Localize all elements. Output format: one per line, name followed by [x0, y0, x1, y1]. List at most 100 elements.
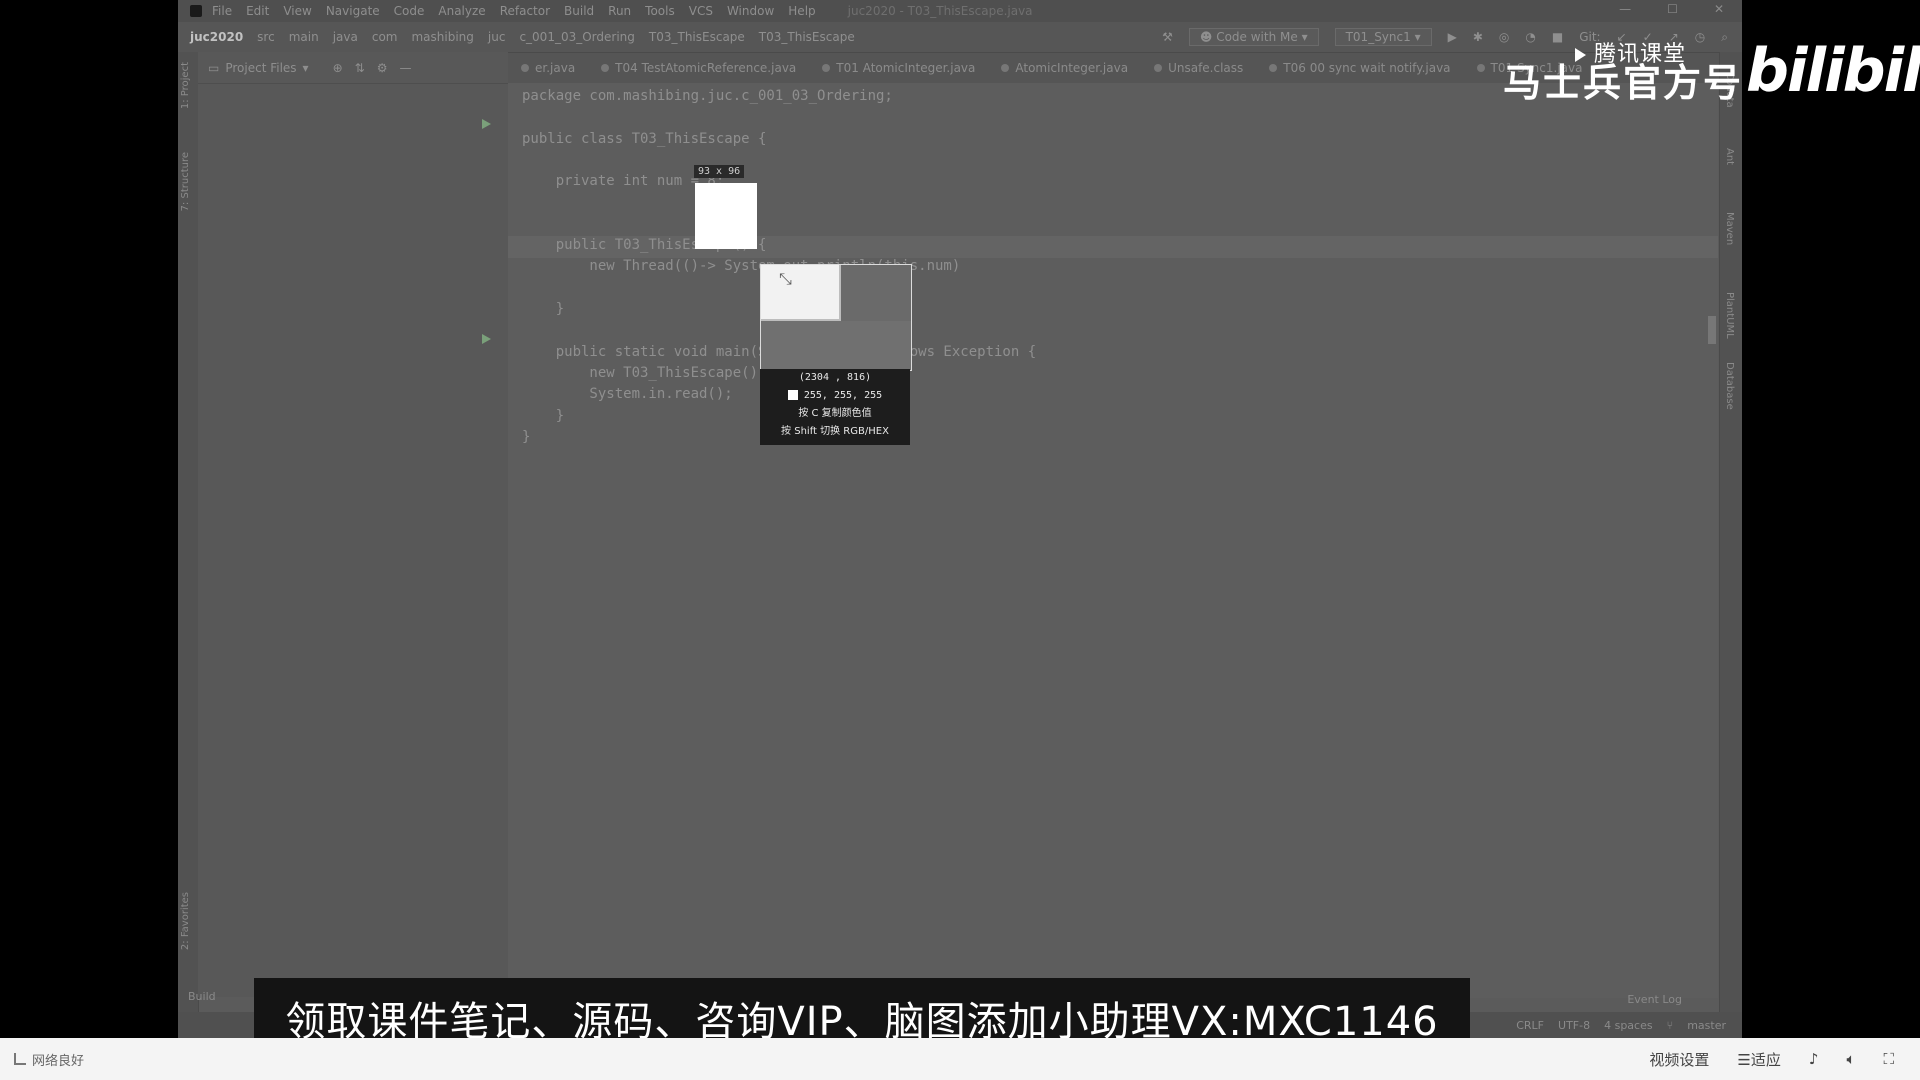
menu-navigate[interactable]: Navigate	[326, 4, 380, 18]
magnifier-preview: ⤡	[760, 264, 912, 371]
editor-tab[interactable]: Unsafe.class	[1141, 61, 1256, 75]
menu-tools[interactable]: Tools	[645, 4, 675, 18]
video-settings-button[interactable]: 视频设置	[1649, 1049, 1709, 1070]
minimize-icon[interactable]: —	[1619, 2, 1631, 16]
code-line: new T03_ThisEscape();	[522, 364, 767, 381]
rgb-value: 255, 255, 255	[803, 390, 883, 401]
project-tool-tab[interactable]: 1: Project	[180, 62, 191, 109]
menu-view[interactable]: View	[283, 4, 311, 18]
menu-help[interactable]: Help	[788, 4, 815, 18]
selection-rectangle[interactable]	[695, 183, 757, 249]
crosshair-cursor-icon: ⤡	[779, 269, 792, 288]
list-icon: ☰	[1737, 1050, 1751, 1069]
maximize-icon[interactable]: ☐	[1667, 2, 1678, 16]
java-class-icon	[822, 64, 831, 72]
gear-icon[interactable]: ⚙	[377, 61, 388, 75]
hammer-icon[interactable]: ⚒	[1162, 30, 1173, 44]
breadcrumb-item[interactable]: T03_ThisEscape	[649, 30, 745, 44]
java-class-icon	[601, 64, 610, 72]
indent-status[interactable]: 4 spaces	[1604, 1019, 1653, 1032]
menu-build[interactable]: Build	[564, 4, 594, 18]
globe-icon[interactable]: ⊕	[333, 61, 343, 75]
database-tool-tab[interactable]: Database	[1724, 362, 1735, 410]
dropdown-caret-icon[interactable]: ▾	[303, 61, 309, 75]
ant-tool-tab[interactable]: Ant	[1724, 148, 1735, 165]
ide-title-bar: File Edit View Navigate Code Analyze Refactor B…	[178, 0, 1742, 22]
hide-icon[interactable]: —	[399, 61, 411, 75]
close-icon[interactable]: ✕	[1714, 2, 1724, 16]
bilibili-logo: bilibili	[1746, 36, 1920, 106]
breadcrumb-item[interactable]: java	[333, 30, 358, 44]
code-editor[interactable]: package com.mashibing.juc.c_001_03_Order…	[482, 83, 1718, 998]
line-separator-status[interactable]: CRLF	[1516, 1019, 1544, 1032]
run-icon[interactable]: ▶	[1448, 30, 1457, 44]
fullscreen-icon[interactable]: ⛶	[1883, 1050, 1894, 1068]
plantuml-tool-tab[interactable]: PlantUML	[1724, 292, 1735, 339]
encoding-status[interactable]: UTF-8	[1558, 1019, 1590, 1032]
run-config-dropdown[interactable]: T01_Sync1 ▾	[1334, 28, 1432, 46]
selection-size-label: 93 x 96	[694, 165, 745, 178]
color-swatch	[787, 390, 798, 400]
code-line: package com.mashibing.juc.c_001_03_Order…	[522, 88, 893, 104]
menu-edit[interactable]: Edit	[246, 4, 269, 18]
java-class-icon	[1476, 64, 1485, 72]
build-tool-tab[interactable]: Build	[188, 990, 216, 1003]
volume-icon[interactable]: 🔈︎	[1846, 1050, 1855, 1068]
left-tool-strip: 1: Project 7: Structure 2: Favorites	[178, 52, 199, 1012]
menu-run[interactable]: Run	[608, 4, 631, 18]
history-icon[interactable]: ◷	[1695, 30, 1705, 44]
breadcrumb-item[interactable]: T03_ThisEscape	[759, 30, 855, 44]
editor-tab[interactable]: er.java	[508, 61, 588, 75]
breadcrumb-item[interactable]: juc2020	[190, 30, 243, 44]
people-icon: ☻	[1199, 30, 1213, 44]
menu-file[interactable]: File	[212, 4, 232, 18]
network-status: 网络良好	[14, 1050, 84, 1069]
editor-tab-label: T06 00 sync wait notify.java	[1283, 61, 1451, 75]
editor-tab-label: er.java	[535, 61, 576, 75]
editor-scrollbar-thumb[interactable]	[1708, 316, 1716, 344]
coverage-icon[interactable]: ◎	[1499, 30, 1509, 44]
editor-tab[interactable]: T04 TestAtomicReference.java	[588, 61, 809, 75]
menu-refactor[interactable]: Refactor	[500, 4, 550, 18]
profile-icon[interactable]: ◔	[1525, 30, 1535, 44]
breadcrumb-item[interactable]: src	[257, 30, 275, 44]
project-panel: ▭ Project Files ▾ ⊕ ⇅ ⚙ — MyContMyCont▾c…	[198, 52, 508, 997]
breadcrumb-item[interactable]: c_001_03_Ordering	[519, 30, 634, 44]
collapse-icon[interactable]: ⇅	[355, 61, 365, 75]
code-with-me-button[interactable]: ☻ Code with Me ▾	[1188, 28, 1319, 46]
maven-tool-tab[interactable]: Maven	[1724, 212, 1735, 245]
menu-window[interactable]: Window	[727, 4, 774, 18]
intellij-app-icon	[190, 5, 202, 17]
editor-tab-label: T01 AtomicInteger.java	[836, 61, 976, 75]
editor-tab-label: AtomicInteger.java	[1015, 61, 1129, 75]
breadcrumb-item[interactable]: mashibing	[411, 30, 473, 44]
stop-icon[interactable]: ■	[1552, 30, 1563, 44]
editor-tab[interactable]: T01 AtomicInteger.java	[809, 61, 988, 75]
favorites-tool-tab[interactable]: 2: Favorites	[180, 892, 191, 950]
branch-icon: ⑂	[1666, 1018, 1674, 1032]
menu-analyze[interactable]: Analyze	[438, 4, 485, 18]
debug-icon[interactable]: ✱	[1473, 30, 1483, 44]
editor-tab[interactable]: AtomicInteger.java	[988, 61, 1141, 75]
microphone-icon[interactable]: ♪	[1809, 1050, 1819, 1068]
git-branch-status[interactable]: master	[1687, 1019, 1726, 1032]
color-picker-info: (2304 , 816) 255, 255, 255 按 C 复制颜色值 按 S…	[760, 369, 910, 445]
breadcrumb-item[interactable]: com	[372, 30, 398, 44]
channel-watermark: 马士兵官方号	[1503, 61, 1744, 105]
fit-button[interactable]: ☰适应	[1737, 1049, 1780, 1070]
editor-tab-label: T04 TestAtomicReference.java	[615, 61, 797, 75]
breadcrumb-item[interactable]: juc	[488, 30, 506, 44]
project-view-selector[interactable]: Project Files	[225, 61, 296, 75]
structure-tool-tab[interactable]: 7: Structure	[180, 152, 191, 211]
breadcrumb-item[interactable]: main	[289, 30, 319, 44]
run-gutter-icon[interactable]	[482, 334, 491, 344]
editor-tab[interactable]: T06 00 sync wait notify.java	[1256, 61, 1463, 75]
code-line: }	[522, 428, 531, 445]
folder-icon: ▭	[208, 60, 220, 75]
menu-code[interactable]: Code	[394, 4, 425, 18]
run-gutter-icon[interactable]	[482, 119, 491, 129]
menu-vcs[interactable]: VCS	[689, 4, 713, 18]
code-line: }	[522, 407, 565, 424]
event-log-tab[interactable]: Event Log	[1627, 993, 1682, 1006]
search-icon[interactable]: ⌕	[1721, 30, 1728, 45]
